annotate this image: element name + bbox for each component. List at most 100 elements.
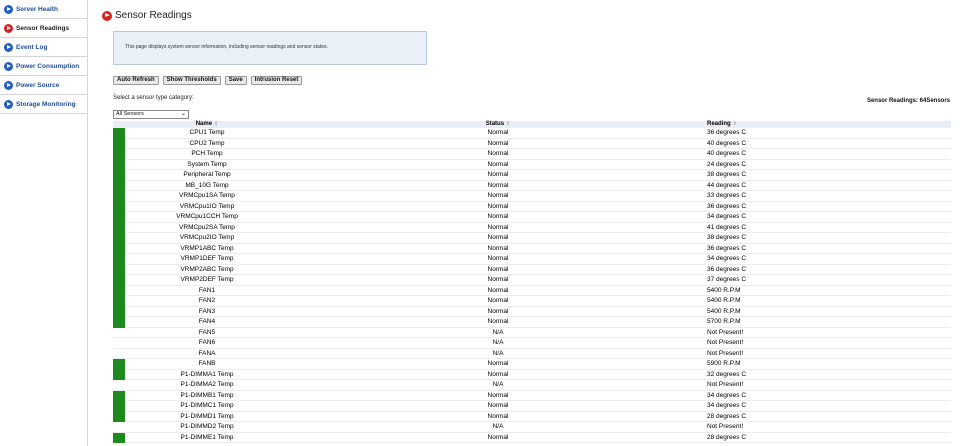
sensor-name: System Temp bbox=[187, 160, 227, 168]
status-indicator bbox=[113, 201, 125, 212]
sensor-name: VRMCpu2IO Temp bbox=[179, 234, 235, 241]
show-thresholds-button[interactable]: Show Thresholds bbox=[162, 76, 221, 85]
table-row: VRMP1DEF Temp Normal 34 degrees C bbox=[113, 254, 951, 265]
arrow-right-circle-icon bbox=[4, 23, 13, 33]
sensor-status: Normal bbox=[487, 402, 509, 409]
sensor-name: FAN3 bbox=[198, 307, 216, 315]
info-panel: This page displays system sensor informa… bbox=[113, 31, 427, 65]
sensor-status: Normal bbox=[487, 412, 509, 420]
table-row: VRMCpu2SA Temp Normal 41 degrees C bbox=[113, 222, 951, 233]
sensor-name: Peripheral Temp bbox=[183, 171, 231, 178]
status-indicator bbox=[113, 149, 125, 160]
sensor-reading: 5400 R.P.M bbox=[707, 307, 741, 315]
sensor-status: Normal bbox=[487, 150, 509, 157]
sensor-reading: 5400 R.P.M bbox=[707, 297, 741, 304]
status-ok-icon bbox=[113, 264, 125, 275]
status-indicator bbox=[113, 128, 125, 139]
sensor-status: N/A bbox=[492, 423, 504, 430]
status-ok-icon bbox=[113, 359, 125, 370]
sensor-reading: 32 degrees C bbox=[707, 370, 747, 378]
table-row: P1-DIMME1 Temp Normal 28 degrees C bbox=[113, 432, 951, 443]
sensor-reading: 34 degrees C bbox=[707, 255, 747, 262]
sensor-status: Normal bbox=[487, 244, 509, 252]
sidebar-item-storage-monitoring[interactable]: Storage Monitoring bbox=[0, 95, 87, 114]
auto-refresh-button[interactable]: Auto Refresh bbox=[113, 76, 159, 85]
table-row: VRMCpu1SA Temp Normal 33 degrees C bbox=[113, 191, 951, 202]
table-row: VRMCpu2IO Temp Normal 38 degrees C bbox=[113, 233, 951, 244]
status-indicator bbox=[113, 317, 125, 328]
sidebar-item-power-source[interactable]: Power Source bbox=[0, 76, 87, 95]
arrow-right-circle-icon bbox=[4, 80, 13, 90]
sensor-status: Normal bbox=[487, 307, 509, 315]
header-name[interactable]: Name ⇕ bbox=[125, 121, 289, 128]
header-status[interactable]: Status ⇕ bbox=[289, 121, 707, 128]
sort-icon: ⇕ bbox=[732, 121, 737, 127]
sensor-status: Normal bbox=[487, 297, 509, 304]
sensor-status: Normal bbox=[487, 171, 509, 178]
sensor-reading: 44 degrees C bbox=[707, 181, 747, 189]
table-row: PCH Temp Normal 40 degrees C bbox=[113, 149, 951, 160]
sensor-name: VRMP2ABC Temp bbox=[180, 265, 234, 273]
sensor-name: P1-DIMMA1 Temp bbox=[180, 370, 234, 378]
sensor-reading: 36 degrees C bbox=[707, 129, 747, 136]
sensor-name: FANA bbox=[198, 349, 216, 357]
sensor-status: Normal bbox=[487, 391, 509, 399]
status-indicator bbox=[113, 254, 125, 265]
sidebar-item-server-health[interactable]: Server Health bbox=[0, 0, 87, 19]
sensor-reading: Not Present! bbox=[707, 423, 744, 430]
sensor-name: MB_10G Temp bbox=[185, 181, 229, 189]
table-row: MB_10G Temp Normal 44 degrees C bbox=[113, 180, 951, 191]
sensor-count: Sensor Readings: 64Sensors bbox=[866, 98, 950, 104]
table-row: CPU1 Temp Normal 36 degrees C bbox=[113, 128, 951, 139]
sidebar-item-event-log[interactable]: Event Log bbox=[0, 38, 87, 57]
sensor-reading: Not Present! bbox=[707, 328, 744, 336]
sidebar-nav: Server Health Sensor Readings Event Log Pow… bbox=[0, 0, 88, 446]
sensor-reading: 28 degrees C bbox=[707, 433, 747, 441]
sensor-category-select[interactable]: All Sensors ⌄ bbox=[113, 110, 189, 119]
sensor-reading: 28 degrees C bbox=[707, 412, 747, 420]
status-indicator bbox=[113, 159, 125, 170]
table-row: VRMP2DEF Temp Normal 37 degrees C bbox=[113, 275, 951, 286]
page-title-row: Sensor Readings bbox=[102, 10, 192, 21]
table-row: FAN5 N/A Not Present! bbox=[113, 328, 951, 338]
status-indicator bbox=[113, 390, 125, 401]
sort-icon: ⇕ bbox=[214, 121, 219, 127]
sensor-name: VRMP2DEF Temp bbox=[180, 276, 234, 283]
table-row: FAN1 Normal 5400 R.P.M bbox=[113, 285, 951, 296]
sensor-name: FAN5 bbox=[198, 328, 216, 336]
sensor-status: N/A bbox=[492, 349, 504, 357]
status-indicator bbox=[113, 359, 125, 370]
status-indicator bbox=[113, 432, 125, 443]
sensor-status: Normal bbox=[487, 286, 509, 294]
sensor-name: CPU1 Temp bbox=[189, 129, 225, 136]
sidebar-item-label: Storage Monitoring bbox=[16, 100, 76, 108]
sensor-reading: 36 degrees C bbox=[707, 202, 747, 210]
status-indicator bbox=[113, 411, 125, 422]
sensor-reading: 40 degrees C bbox=[707, 150, 747, 157]
status-ok-icon bbox=[113, 149, 125, 160]
status-ok-icon bbox=[113, 170, 125, 181]
sidebar-item-sensor-readings[interactable]: Sensor Readings bbox=[0, 19, 87, 38]
page-title: Sensor Readings bbox=[115, 10, 192, 21]
sidebar-item-power-consumption[interactable]: Power Consumption bbox=[0, 57, 87, 76]
status-ok-icon bbox=[113, 212, 125, 223]
save-button[interactable]: Save bbox=[224, 76, 247, 85]
sidebar-item-label: Power Source bbox=[16, 81, 60, 89]
header-reading[interactable]: Reading ⇕ bbox=[707, 121, 951, 128]
status-ok-icon bbox=[113, 233, 125, 244]
sensor-name: FANB bbox=[198, 360, 216, 367]
sensor-status: Normal bbox=[487, 129, 509, 136]
intrusion-reset-button[interactable]: Intrusion Reset bbox=[250, 76, 303, 85]
status-ok-icon bbox=[113, 243, 125, 254]
status-ok-icon bbox=[113, 306, 125, 317]
sensor-reading: Not Present! bbox=[707, 349, 744, 357]
status-indicator bbox=[113, 275, 125, 286]
status-indicator bbox=[113, 191, 125, 202]
table-row: P1-DIMMB1 Temp Normal 34 degrees C bbox=[113, 390, 951, 401]
sort-icon: ⇕ bbox=[506, 121, 511, 127]
table-header: Name ⇕ Status ⇕ Reading ⇕ bbox=[113, 121, 951, 128]
status-ok-icon bbox=[113, 180, 125, 191]
sensor-name: P1-DIMMC1 Temp bbox=[180, 402, 234, 409]
sidebar-item-label: Power Consumption bbox=[16, 62, 80, 70]
sensor-name: VRMP1ABC Temp bbox=[180, 244, 234, 252]
